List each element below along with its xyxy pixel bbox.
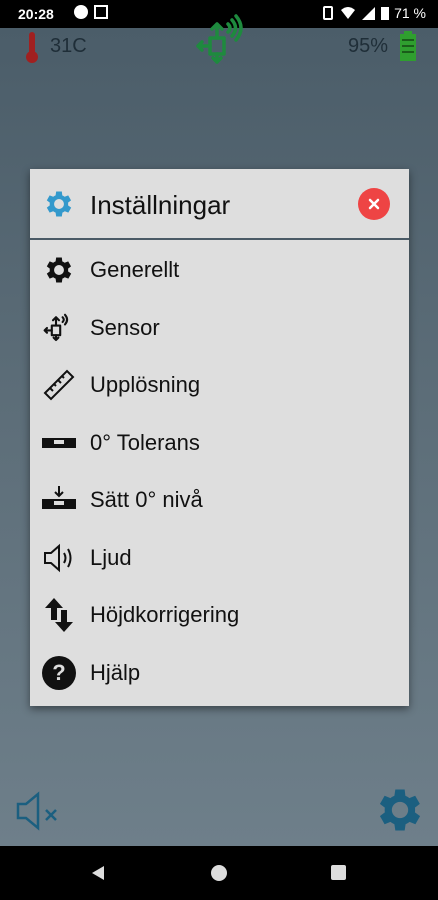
dialog-title: Inställningar (90, 190, 231, 220)
settings-button[interactable] (372, 782, 428, 838)
close-button[interactable] (358, 188, 390, 220)
temperature-value: 31C (50, 35, 87, 57)
menu-item-label: Ljud (90, 544, 132, 570)
battery-icon (400, 31, 416, 61)
back-icon[interactable] (90, 865, 106, 881)
menu-item-label: Generellt (90, 257, 180, 282)
notification-mail-icon (94, 5, 108, 19)
dialog-header: Inställningar (30, 169, 409, 238)
menu-item-sensor[interactable]: Sensor (30, 299, 409, 357)
notification-app-icon (74, 5, 88, 19)
home-icon[interactable] (211, 865, 227, 881)
signal-icon (362, 7, 376, 20)
menu-item-label: Upplösning (90, 372, 201, 397)
gear-icon (46, 191, 72, 217)
menu-item-label: Hjälp (90, 659, 141, 685)
menu-item-hojdkorrigering[interactable]: Höjdkorrigering (30, 586, 409, 644)
vibrate-icon (323, 6, 334, 20)
sensor-icon (40, 310, 78, 346)
navigation-bar (0, 846, 438, 900)
menu-item-label: Sensor (90, 314, 160, 340)
close-icon (368, 198, 380, 210)
menu-item-ljud[interactable]: Ljud (30, 529, 409, 587)
menu-item-satt-niva[interactable]: Sätt 0° nivå (30, 471, 409, 529)
help-icon: ? (40, 655, 78, 691)
menu-item-upplosning[interactable]: Upplösning (30, 356, 409, 414)
thermometer-icon (26, 32, 38, 63)
menu-item-label: Höjdkorrigering (90, 602, 240, 627)
notification-icons (74, 5, 108, 19)
menu-item-label: 0° Tolerans (90, 429, 200, 455)
height-correction-icon (40, 597, 78, 633)
battery-status-icon (381, 7, 390, 20)
battery-value: 95% (348, 35, 389, 57)
mute-button[interactable] (14, 788, 64, 834)
svg-text:?: ? (52, 660, 65, 685)
status-battery-text: 71 % (394, 5, 426, 21)
menu-item-hjalp[interactable]: ? Hjälp (30, 644, 409, 702)
status-time: 20:28 (18, 6, 54, 22)
gear-icon (40, 252, 78, 288)
system-icons: 71 % (320, 5, 426, 21)
dialog-divider (30, 238, 409, 240)
menu-item-label: Sätt 0° nivå (90, 487, 203, 512)
set-level-icon (40, 482, 78, 518)
settings-menu: Generellt Sensor Upplösning 0° Tolerans (30, 241, 409, 701)
sensor-icon[interactable] (192, 12, 252, 72)
ruler-icon (40, 367, 78, 403)
speaker-icon (40, 540, 78, 576)
settings-dialog: Inställningar Generellt Sensor Upplösnin… (30, 169, 409, 706)
menu-item-generellt[interactable]: Generellt (30, 241, 409, 299)
menu-item-tolerans[interactable]: 0° Tolerans (30, 414, 409, 472)
recents-icon[interactable] (331, 865, 346, 880)
level-tolerance-icon (40, 425, 78, 461)
wifi-icon (341, 7, 356, 19)
